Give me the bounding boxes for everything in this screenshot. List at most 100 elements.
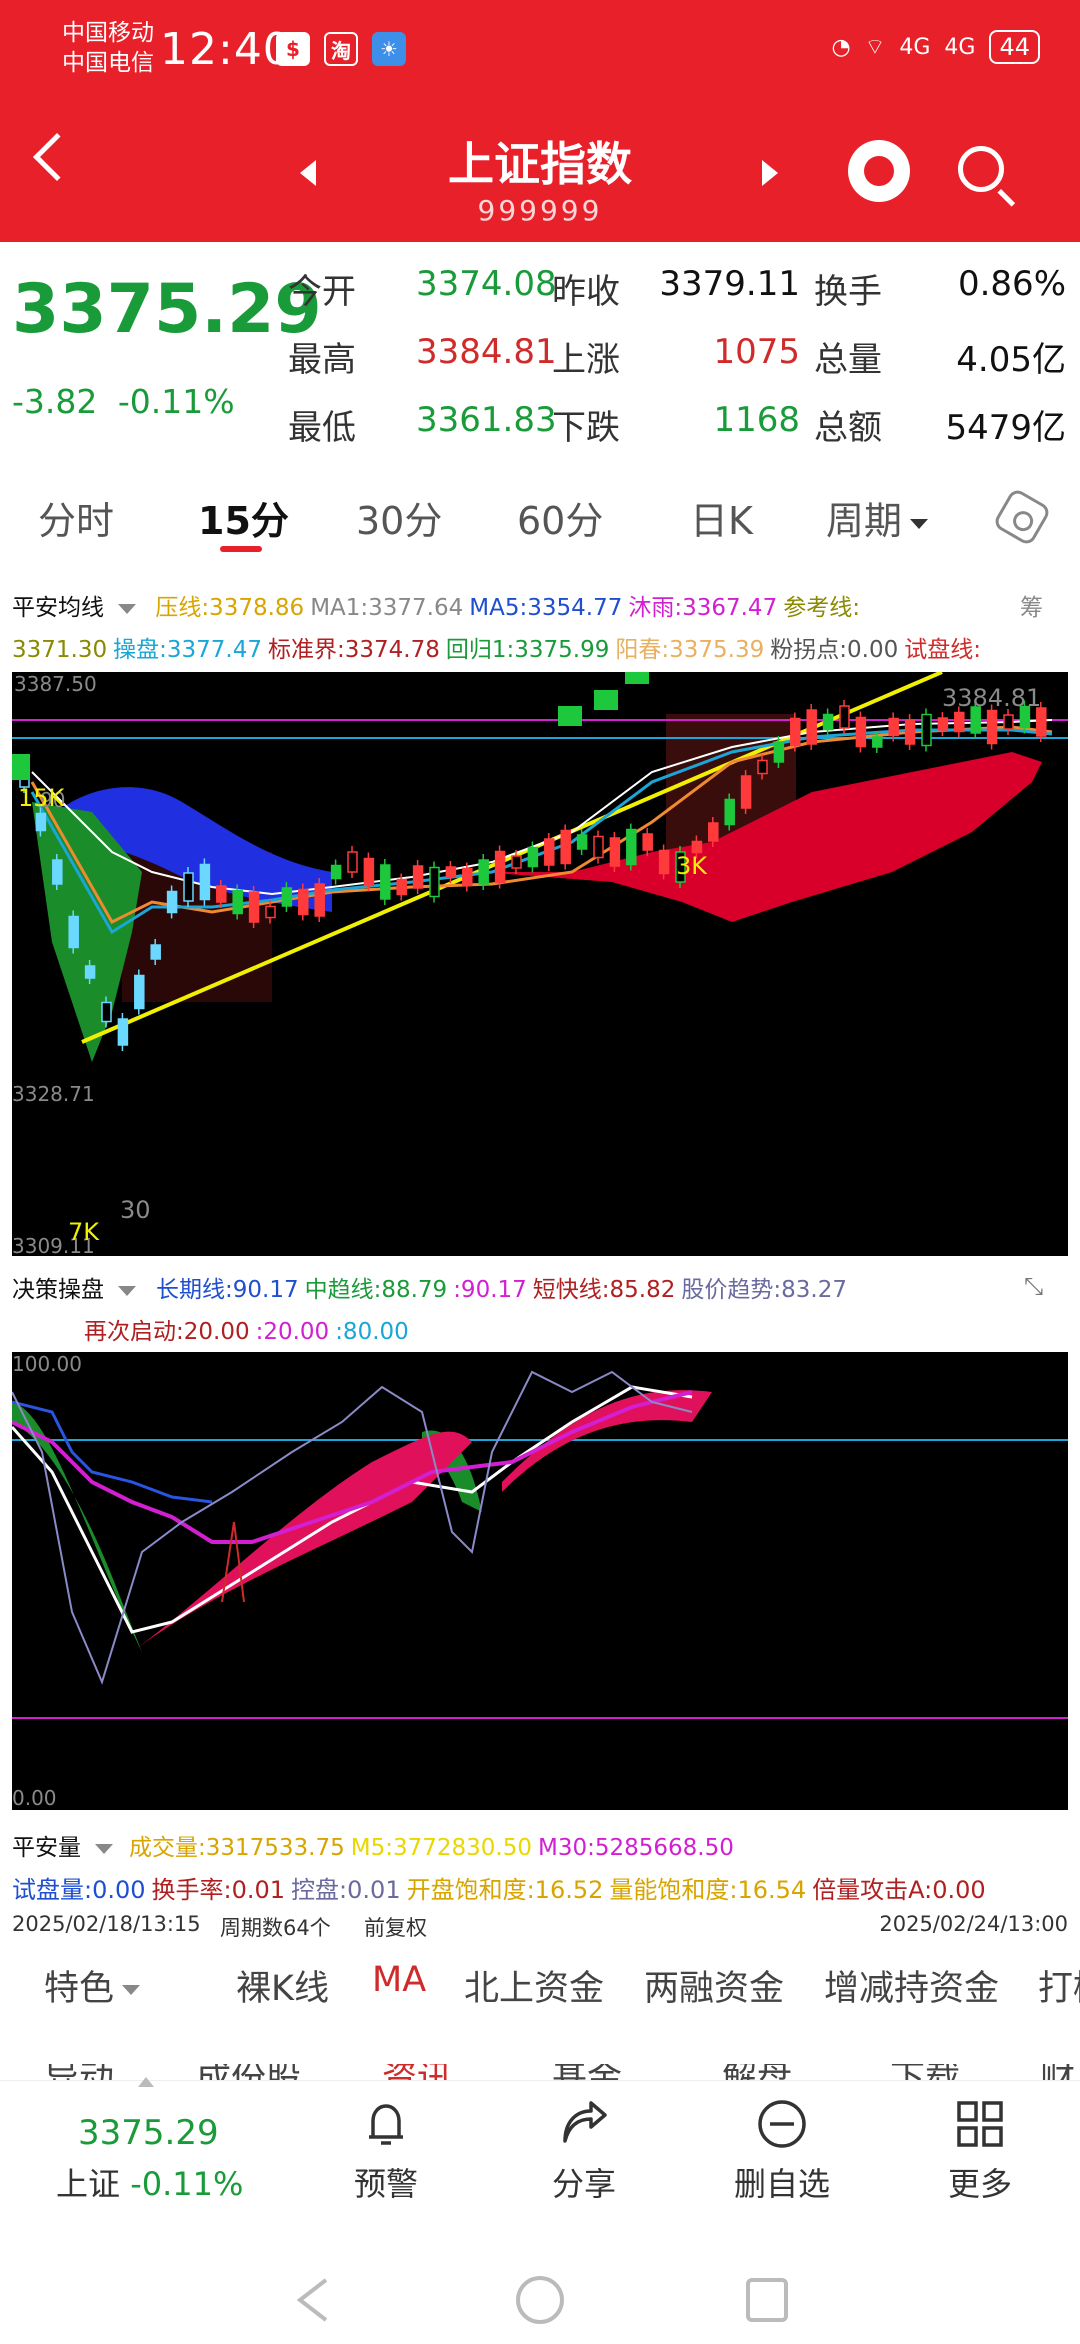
volume-item: 开盘饱和度:16.52 [406,1876,604,1904]
remove-watchlist-button[interactable]: 删自选 [722,2097,842,2205]
feature-northbound[interactable]: 北上资金 [464,1960,604,2011]
candle [150,944,161,960]
candle [1003,714,1014,730]
bottom-bar: 3375.29 上证 -0.11% 预警 分享 删自选 更多 [0,2077,1080,2230]
signal-marker [558,706,582,726]
start-date: 2025/02/18/13:15 [12,1912,201,1936]
tab-timeshare[interactable]: 分时 [38,490,114,545]
candle [281,887,293,907]
candle [954,711,965,733]
top-header: 中国移动 中国电信 12:40 $ 淘 ☀ ◔ ⌔ 4G 4G 44 上证指数 … [0,0,1080,242]
bottom-pct: -0.11% [130,2165,244,2203]
bell-icon [359,2097,413,2151]
quote-label: 总量 [814,340,882,380]
expand-icon[interactable]: ⤡ [1024,1272,1043,1300]
pink-band [502,1390,712,1492]
candle [872,736,883,748]
main-indicator-item: 参考线: [783,595,860,621]
volume-line1: 平安量 成交量:3317533.75 M5:3772830.50 M30:528566… [12,1828,740,1862]
sub-indicator-name[interactable]: 决策操盘 [12,1277,142,1303]
sub-indicator-item: 股价趋势:83.27 [681,1277,847,1303]
feature-special[interactable]: 特色 [44,1960,141,2011]
quote-panel: 3375.29 -3.82 -0.11% 今开 3374.08 昨收 3379.11 换… [0,242,1080,452]
stock-code: 999999 [477,194,603,227]
feature-rank[interactable]: 打榜 [1038,1960,1080,2011]
candle [724,798,735,826]
candle [330,864,342,880]
feature-ma[interactable]: MA [372,1960,426,2000]
carrier-labels: 中国移动 中国电信 [62,18,154,78]
tab-30min[interactable]: 30分 [356,490,442,545]
next-stock-icon[interactable] [762,160,778,186]
main-indicator-name[interactable]: 平安均线 [12,595,142,621]
decision-chart[interactable]: 100.00 0.00 [10,1352,1068,1810]
volume-indicator-name[interactable]: 平安量 [12,1835,119,1861]
main-indicator-item: 压线:3378.86 [155,595,305,621]
candle [740,775,752,809]
mascot-icon[interactable] [848,140,910,202]
active-tab-indicator [220,546,262,552]
sub-indicator-item: 短快线:85.82 [532,1277,676,1303]
more-button[interactable]: 更多 [920,2097,1040,2205]
feature-holdings[interactable]: 增减持资金 [824,1960,999,2011]
alert-button[interactable]: 预警 [326,2097,446,2205]
quote-value: 3384.81 [416,332,557,372]
quote-label: 最高 [288,340,356,380]
nav-recents-icon[interactable] [746,2278,788,2322]
chevron-down-icon [122,1985,141,1995]
tab-60min[interactable]: 60分 [517,490,603,545]
tab-daily-k[interactable]: 日K [690,490,753,545]
candle [478,859,489,885]
quote-label: 总额 [814,408,882,448]
candle [757,759,768,775]
candle [216,885,227,903]
chip-label[interactable]: 筹 [1020,588,1043,622]
marker-7k: 7K [68,1218,100,1246]
main-kline-chart[interactable]: 3387.50 3328.71 3309.11 3384.81 90 30 15… [12,670,1068,1258]
tab-15min[interactable]: 15分 [198,490,289,545]
chevron-down-icon [95,1843,113,1854]
candle [445,866,457,878]
taobao-icon: 淘 [324,32,358,66]
signal-marker [625,672,649,684]
candle [708,822,719,842]
main-indicator-line1: 平安均线 压线:3378.86 MA1:3377.64 MA5:3354.77 沐雨:… [12,588,872,622]
decision-svg [10,1370,1068,1719]
nav-home-icon[interactable] [516,2276,564,2324]
bottom-name: 上证 [56,2165,121,2203]
main-indicator-name-label: 平安均线 [12,595,104,621]
chevron-down-icon [118,1285,136,1296]
candle [68,915,79,949]
quote-label: 换手 [814,272,882,312]
tab-period[interactable]: 周期 [826,490,929,545]
adjust-mode[interactable]: 前复权 [364,1912,427,1942]
share-button[interactable]: 分享 [524,2097,644,2205]
carrier-1: 中国移动 [62,20,154,46]
candle [642,833,653,851]
more-label: 更多 [947,2165,1012,2203]
status-right: ◔ ⌔ 4G 4G 44 [831,30,1040,64]
wifi-icon: ⌔ [864,35,886,60]
candle [593,835,604,859]
feature-bare-k[interactable]: 裸K线 [236,1960,329,2011]
remove-label: 删自选 [733,2165,830,2203]
feature-margin[interactable]: 两融资金 [644,1960,784,2011]
change-percent: -0.11% [117,382,235,421]
nav-back-icon[interactable] [296,2278,328,2322]
candle [790,717,801,747]
expand-up-icon[interactable] [138,2077,154,2087]
kline-svg [12,670,1068,1062]
share-icon [557,2097,611,2151]
minus-circle-icon [755,2097,809,2151]
quote-label: 上涨 [552,340,620,380]
quote-value: 1075 [713,332,800,372]
candle [822,713,834,731]
candle [412,865,424,889]
carrier-2: 中国电信 [62,50,154,76]
volume-item: M30:5285668.50 [538,1835,734,1861]
volume-line2: 试盘量:0.00 换手率:0.01 控盘:0.01 开盘饱和度:16.52 量能饱和度:… [12,1870,992,1905]
candle [396,878,407,896]
candle [576,834,588,850]
candle [773,741,785,763]
search-icon[interactable] [958,146,1004,192]
